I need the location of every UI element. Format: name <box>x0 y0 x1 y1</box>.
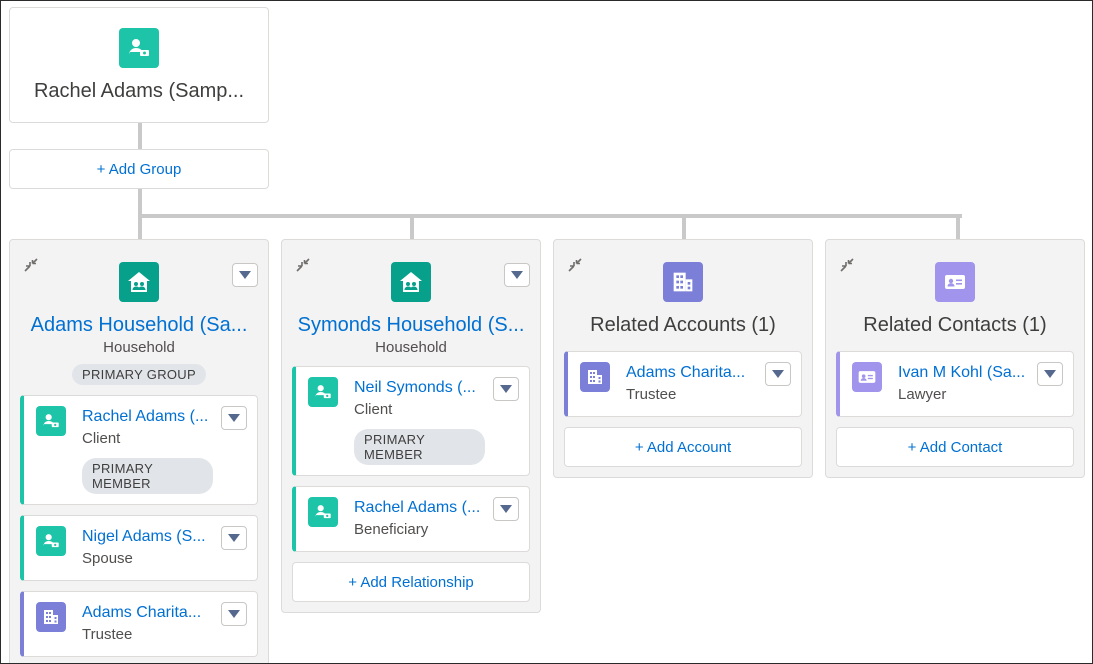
building-icon <box>580 362 610 392</box>
member-menu-button[interactable] <box>221 602 247 626</box>
primary-member-badge: PRIMARY MEMBER <box>354 429 485 465</box>
chevron-down-icon <box>772 365 784 383</box>
connector-col4 <box>956 214 960 239</box>
member-card[interactable]: Adams Charita... Trustee <box>20 591 258 657</box>
collapse-icon[interactable] <box>294 256 312 274</box>
root-person-card[interactable]: Rachel Adams (Samp... <box>9 7 269 123</box>
collapse-icon[interactable] <box>22 256 40 274</box>
person-money-icon <box>308 377 338 407</box>
contact-card-icon <box>935 262 975 302</box>
member-role: Beneficiary <box>354 521 429 538</box>
connector-root-down <box>138 123 142 149</box>
connector-col1 <box>138 214 142 239</box>
household-icon <box>119 262 159 302</box>
member-menu-button[interactable] <box>493 377 519 401</box>
member-role: Client <box>82 430 121 447</box>
member-card[interactable]: Neil Symonds (... Client PRIMARY MEMBER <box>292 366 530 476</box>
chevron-down-icon <box>228 529 240 547</box>
group-card-symonds-household: Symonds Household (S... Household Neil S… <box>281 239 541 613</box>
group-card-adams-household: Adams Household (Sa... Household PRIMARY… <box>9 239 269 663</box>
chevron-down-icon <box>511 266 523 284</box>
member-card[interactable]: Nigel Adams (S... Spouse <box>20 515 258 581</box>
group-title: Related Accounts (1) <box>590 314 776 336</box>
member-menu-button[interactable] <box>765 362 791 386</box>
connector-col2 <box>410 214 414 239</box>
collapse-icon[interactable] <box>566 256 584 274</box>
member-menu-button[interactable] <box>221 406 247 430</box>
add-group-button[interactable]: + Add Group <box>9 149 269 189</box>
chevron-down-icon <box>500 500 512 518</box>
person-money-icon <box>308 497 338 527</box>
chevron-down-icon <box>1044 365 1056 383</box>
building-icon <box>663 262 703 302</box>
member-menu-button[interactable] <box>493 497 519 521</box>
member-name-link[interactable]: Neil Symonds (... <box>354 377 485 399</box>
person-money-icon <box>36 406 66 436</box>
add-account-button[interactable]: + Add Account <box>564 427 802 467</box>
member-role: Trustee <box>626 386 677 403</box>
member-name-link[interactable]: Adams Charita... <box>626 362 757 384</box>
chevron-down-icon <box>228 409 240 427</box>
member-menu-button[interactable] <box>1037 362 1063 386</box>
collapse-icon[interactable] <box>838 256 856 274</box>
member-card[interactable]: Rachel Adams (... Beneficiary <box>292 486 530 552</box>
member-card[interactable]: Ivan M Kohl (Sa... Lawyer <box>836 351 1074 417</box>
connector-horizontal <box>138 214 962 218</box>
contact-card-icon <box>852 362 882 392</box>
group-card-related-contacts: Related Contacts (1) Ivan M Kohl (Sa... … <box>825 239 1085 478</box>
member-name-link[interactable]: Ivan M Kohl (Sa... <box>898 362 1029 384</box>
person-money-icon <box>119 28 159 68</box>
member-name-link[interactable]: Adams Charita... <box>82 602 213 624</box>
member-name-link[interactable]: Rachel Adams (... <box>354 497 485 519</box>
root-person-name[interactable]: Rachel Adams (Samp... <box>10 80 268 103</box>
group-menu-button[interactable] <box>232 263 258 287</box>
group-subtitle: Household <box>103 339 175 356</box>
chevron-down-icon <box>228 605 240 623</box>
member-card[interactable]: Adams Charita... Trustee <box>564 351 802 417</box>
member-name-link[interactable]: Rachel Adams (... <box>82 406 213 428</box>
connector-col3 <box>682 214 686 239</box>
add-contact-button[interactable]: + Add Contact <box>836 427 1074 467</box>
chevron-down-icon <box>500 380 512 398</box>
member-menu-button[interactable] <box>221 526 247 550</box>
group-card-related-accounts: Related Accounts (1) Adams Charita... Tr… <box>553 239 813 478</box>
group-title[interactable]: Adams Household (Sa... <box>10 314 268 337</box>
group-subtitle: Household <box>375 339 447 356</box>
member-role: Trustee <box>82 626 133 643</box>
group-title[interactable]: Symonds Household (S... <box>282 314 540 337</box>
connector-group-down <box>138 189 142 217</box>
member-role: Lawyer <box>898 386 947 403</box>
group-title: Related Contacts (1) <box>863 314 1047 336</box>
member-role: Spouse <box>82 550 133 567</box>
primary-group-badge: PRIMARY GROUP <box>72 364 206 385</box>
household-icon <box>391 262 431 302</box>
add-relationship-button[interactable]: + Add Relationship <box>292 562 530 602</box>
member-role: Client <box>354 401 393 418</box>
chevron-down-icon <box>239 266 251 284</box>
member-card[interactable]: Rachel Adams (... Client PRIMARY MEMBER <box>20 395 258 505</box>
primary-member-badge: PRIMARY MEMBER <box>82 458 213 494</box>
person-money-icon <box>36 526 66 556</box>
relationship-map: Rachel Adams (Samp... + Add Group Adams … <box>0 0 1093 664</box>
member-name-link[interactable]: Nigel Adams (S... <box>82 526 213 548</box>
building-icon <box>36 602 66 632</box>
group-menu-button[interactable] <box>504 263 530 287</box>
